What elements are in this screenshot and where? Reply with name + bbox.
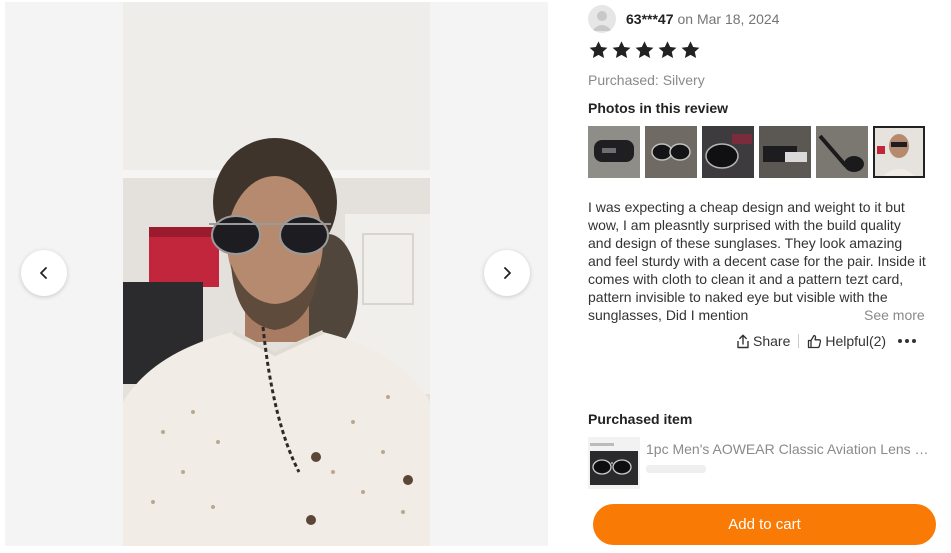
- selfie-thumbnail: [873, 126, 925, 178]
- share-icon: [737, 334, 749, 348]
- star-icon: [658, 41, 677, 59]
- reviewer-info: 63***47 on Mar 18, 2024: [588, 5, 779, 33]
- photos-heading: Photos in this review: [588, 100, 729, 116]
- purchased-item[interactable]: 1pc Men's AOWEAR Classic Aviation Lens S…: [588, 437, 933, 492]
- sunglasses-lens-thumbnail: [702, 126, 754, 178]
- chevron-right-icon: [504, 267, 511, 279]
- purchased-variant: Purchased: Silvery: [588, 72, 705, 88]
- review-actions: Share Helpful(2): [736, 333, 917, 349]
- previous-photo-button[interactable]: [21, 250, 67, 296]
- more-dots-icon-dot: [905, 339, 910, 343]
- purchased-item-subtext-placeholder: [646, 465, 706, 473]
- thumbs-up-icon: [808, 334, 822, 348]
- photo-thumbnail[interactable]: [645, 126, 697, 178]
- share-label: Share: [753, 333, 791, 349]
- user-avatar-icon: [592, 11, 612, 31]
- review-panel: 63***47 on Mar 18, 2024 Purchased: Silve…: [588, 0, 938, 553]
- share-button[interactable]: Share: [736, 333, 790, 349]
- star-icon: [589, 41, 608, 59]
- review-photo-thumbnails: [588, 126, 925, 178]
- chevron-left-icon: [40, 267, 47, 279]
- review-photo-image: [123, 2, 430, 546]
- photo-thumbnail-selected[interactable]: [873, 126, 925, 178]
- star-icon: [612, 41, 631, 59]
- review-photo: [123, 2, 430, 546]
- photo-thumbnail[interactable]: [588, 126, 640, 178]
- star-icon: [681, 41, 700, 59]
- product-image: [588, 437, 640, 489]
- action-divider: [798, 334, 800, 348]
- cloth-card-thumbnail: [759, 126, 811, 178]
- photo-viewer: [5, 2, 548, 546]
- sunglasses-arm-thumbnail: [816, 126, 868, 178]
- photo-thumbnail[interactable]: [702, 126, 754, 178]
- photo-thumbnail[interactable]: [759, 126, 811, 178]
- helpful-button[interactable]: Helpful(2): [807, 333, 886, 349]
- purchased-item-image: [588, 437, 640, 489]
- sunglasses-case-thumbnail: [588, 126, 640, 178]
- purchased-item-info: 1pc Men's AOWEAR Classic Aviation Lens S…: [646, 437, 933, 492]
- purchased-item-heading: Purchased item: [588, 411, 693, 427]
- star-icon: [635, 41, 654, 59]
- more-dots-icon-dot: [912, 339, 917, 343]
- photo-thumbnail[interactable]: [816, 126, 868, 178]
- sunglasses-thumbnail: [645, 126, 697, 178]
- add-to-cart-button[interactable]: Add to cart: [593, 504, 936, 545]
- more-dots-icon: [898, 339, 903, 343]
- avatar: [588, 5, 616, 33]
- next-photo-button[interactable]: [484, 250, 530, 296]
- review-date: on Mar 18, 2024: [677, 11, 780, 27]
- helpful-label: Helpful(2): [825, 333, 887, 349]
- see-more-link[interactable]: See more: [840, 306, 925, 324]
- more-options-button[interactable]: [898, 339, 917, 343]
- purchased-item-title: 1pc Men's AOWEAR Classic Aviation Lens S…: [646, 441, 933, 457]
- star-rating: [588, 40, 701, 61]
- reviewer-name: 63***47: [626, 11, 674, 27]
